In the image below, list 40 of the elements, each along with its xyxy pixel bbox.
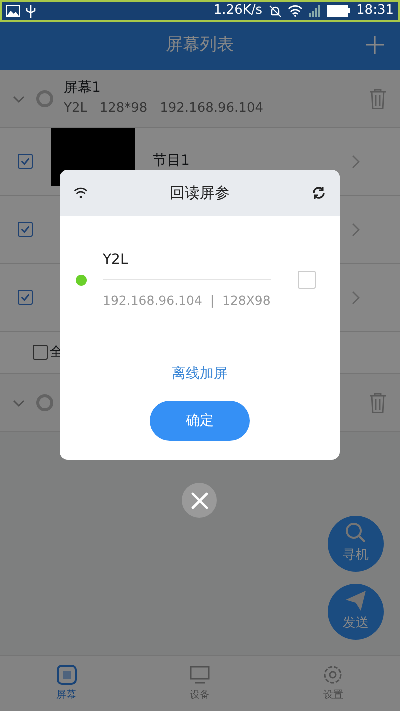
tab[interactable]: 设备: [133, 656, 267, 711]
checkbox[interactable]: [18, 154, 33, 169]
search-icon: [345, 522, 367, 544]
battery-icon: [326, 5, 351, 17]
screen-info: Y2L 128*98 192.168.96.104: [64, 100, 264, 118]
trash-icon[interactable]: [370, 392, 386, 412]
signal-icon: [308, 5, 321, 17]
program-name: 节目1: [153, 152, 190, 171]
tab[interactable]: 屏幕: [0, 656, 134, 711]
device-details: 192.168.96.104 | 128X98: [103, 292, 272, 310]
wifi-icon: [288, 5, 303, 17]
trash-icon[interactable]: [370, 88, 386, 108]
mute-icon: [268, 4, 282, 18]
close-icon: [190, 492, 208, 510]
chevron-right-icon[interactable]: [352, 222, 360, 236]
radio-icon[interactable]: [36, 394, 54, 412]
paper-plane-icon: [345, 590, 367, 612]
settings-icon: [322, 664, 344, 686]
tab[interactable]: 设置: [266, 656, 400, 711]
radio-icon[interactable]: [36, 90, 54, 108]
checkbox[interactable]: [18, 222, 33, 237]
screen-row[interactable]: 屏幕1 Y2L 128*98 192.168.96.104: [0, 70, 400, 128]
screen-name: 屏幕1: [64, 79, 102, 98]
image-icon: [6, 5, 20, 17]
screen-icon: [56, 664, 78, 686]
usb-icon: [26, 4, 36, 18]
chevron-right-icon[interactable]: [352, 154, 360, 168]
add-icon[interactable]: [366, 36, 384, 54]
refresh-icon[interactable]: [312, 186, 326, 200]
checkbox[interactable]: [18, 290, 33, 305]
wifi-icon: [74, 187, 88, 199]
offline-add-link[interactable]: 离线加屏: [172, 364, 228, 385]
status-time: 18:31: [356, 2, 394, 20]
device-name: Y2L: [103, 250, 271, 280]
page-title: 屏幕列表: [166, 34, 234, 58]
network-speed: 1.26K/s: [214, 2, 263, 20]
confirm-button[interactable]: 确定: [150, 401, 250, 441]
monitor-icon: [188, 664, 211, 686]
checkbox[interactable]: [33, 345, 48, 360]
chevron-right-icon[interactable]: [352, 290, 360, 304]
